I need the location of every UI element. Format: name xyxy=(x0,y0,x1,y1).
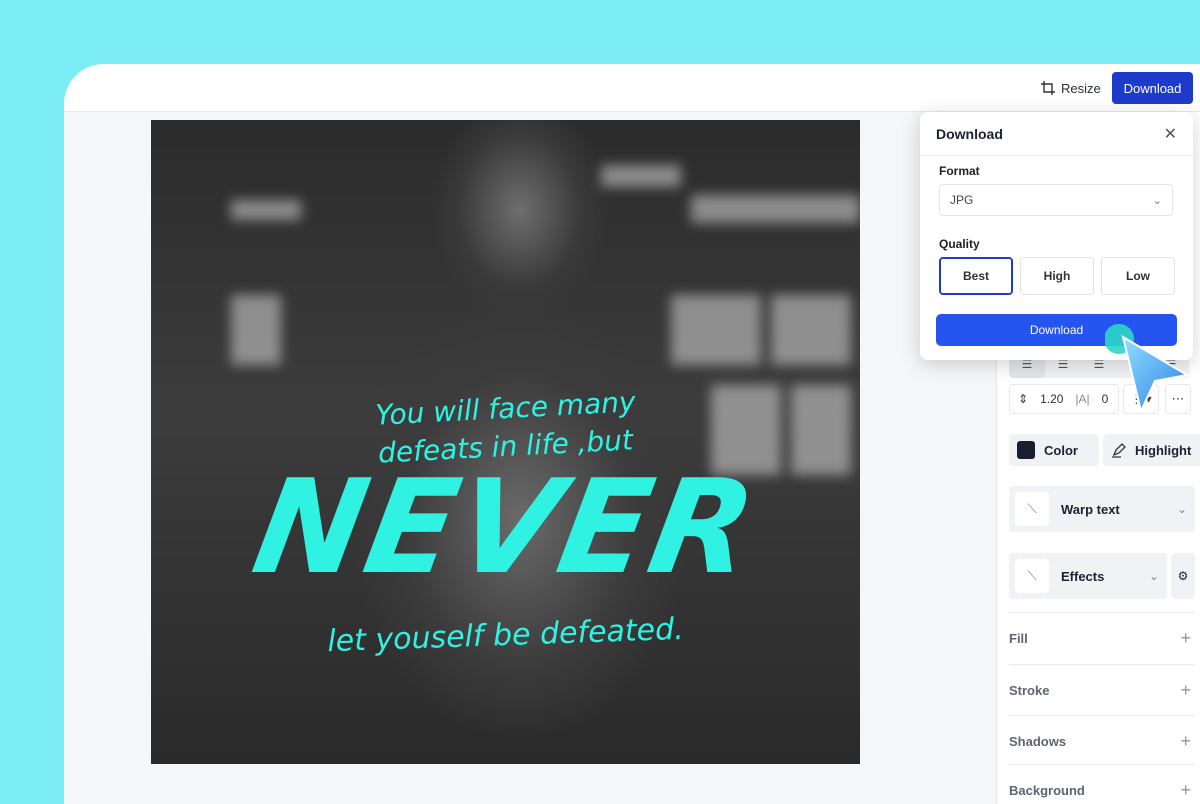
close-icon[interactable]: ✕ xyxy=(1164,124,1177,144)
quote-line-4[interactable]: let youself be defeated. xyxy=(151,606,860,666)
effects-dropdown[interactable]: ⟍ Effects ⌄ xyxy=(1009,553,1167,599)
section-fill[interactable]: Fill + xyxy=(1009,612,1195,664)
section-label: Shadows xyxy=(1009,734,1067,749)
background-window xyxy=(231,295,281,365)
background-window xyxy=(601,165,681,187)
highlighter-icon xyxy=(1112,443,1126,458)
section-label: Stroke xyxy=(1009,683,1050,698)
background-window xyxy=(691,195,860,223)
section-label: Fill xyxy=(1009,631,1028,646)
chevron-down-icon: ⌄ xyxy=(1149,570,1159,583)
pointer-cursor-icon xyxy=(1105,324,1189,413)
top-bar: Resize Download xyxy=(64,64,1200,112)
section-shadows[interactable]: Shadows + xyxy=(1009,715,1195,767)
effects-thumbnail-icon: ⟍ xyxy=(1015,559,1049,593)
color-label: Color xyxy=(1044,442,1078,458)
color-swatch xyxy=(1017,441,1035,459)
format-label: Format xyxy=(939,164,980,178)
line-height-icon: ⇕ xyxy=(1018,392,1029,406)
design-canvas[interactable]: You will face many defeats in life ,but … xyxy=(151,120,860,764)
color-button[interactable]: Color xyxy=(1009,434,1099,466)
resize-button[interactable]: Resize xyxy=(1041,76,1101,100)
dialog-header: Download ✕ xyxy=(920,112,1193,156)
format-select[interactable]: JPG ⌄ xyxy=(939,184,1173,216)
line-height-value: 1.20 xyxy=(1040,392,1064,406)
highlight-button[interactable]: Highlight xyxy=(1103,434,1200,466)
section-label: Background xyxy=(1009,783,1085,798)
background-window xyxy=(671,295,761,365)
plus-icon[interactable]: + xyxy=(1180,680,1195,701)
warp-text-dropdown[interactable]: ⟍ Warp text ⌄ xyxy=(1009,486,1195,532)
quote-headline[interactable]: NEVER xyxy=(151,451,860,603)
plus-icon[interactable]: + xyxy=(1180,780,1195,801)
spacing-control[interactable]: ⇕ 1.20 |A| 0 xyxy=(1009,384,1119,414)
quality-high-button[interactable]: High xyxy=(1020,257,1094,295)
plus-icon[interactable]: + xyxy=(1180,731,1195,752)
chevron-down-icon: ⌄ xyxy=(1152,194,1162,207)
background-window xyxy=(771,295,851,365)
effects-label: Effects xyxy=(1061,568,1105,584)
crop-icon xyxy=(1041,81,1055,95)
resize-label: Resize xyxy=(1061,80,1101,96)
warp-label: Warp text xyxy=(1061,501,1120,517)
quality-best-button[interactable]: Best xyxy=(939,257,1013,295)
letter-spacing-icon: |A| xyxy=(1075,392,1090,406)
chevron-down-icon: ⌄ xyxy=(1177,503,1187,516)
dialog-title: Download xyxy=(936,125,1003,142)
quality-label: Quality xyxy=(939,237,980,251)
background-window xyxy=(231,200,301,220)
download-button[interactable]: Download xyxy=(1112,72,1193,104)
section-background[interactable]: Background + xyxy=(1009,764,1195,804)
format-value: JPG xyxy=(950,193,974,207)
quality-low-button[interactable]: Low xyxy=(1101,257,1175,295)
highlight-label: Highlight xyxy=(1135,442,1192,458)
adjust-icon[interactable]: ⚙ xyxy=(1171,553,1195,599)
section-stroke[interactable]: Stroke + xyxy=(1009,664,1195,716)
plus-icon[interactable]: + xyxy=(1180,628,1195,649)
warp-thumbnail-icon: ⟍ xyxy=(1015,492,1049,526)
